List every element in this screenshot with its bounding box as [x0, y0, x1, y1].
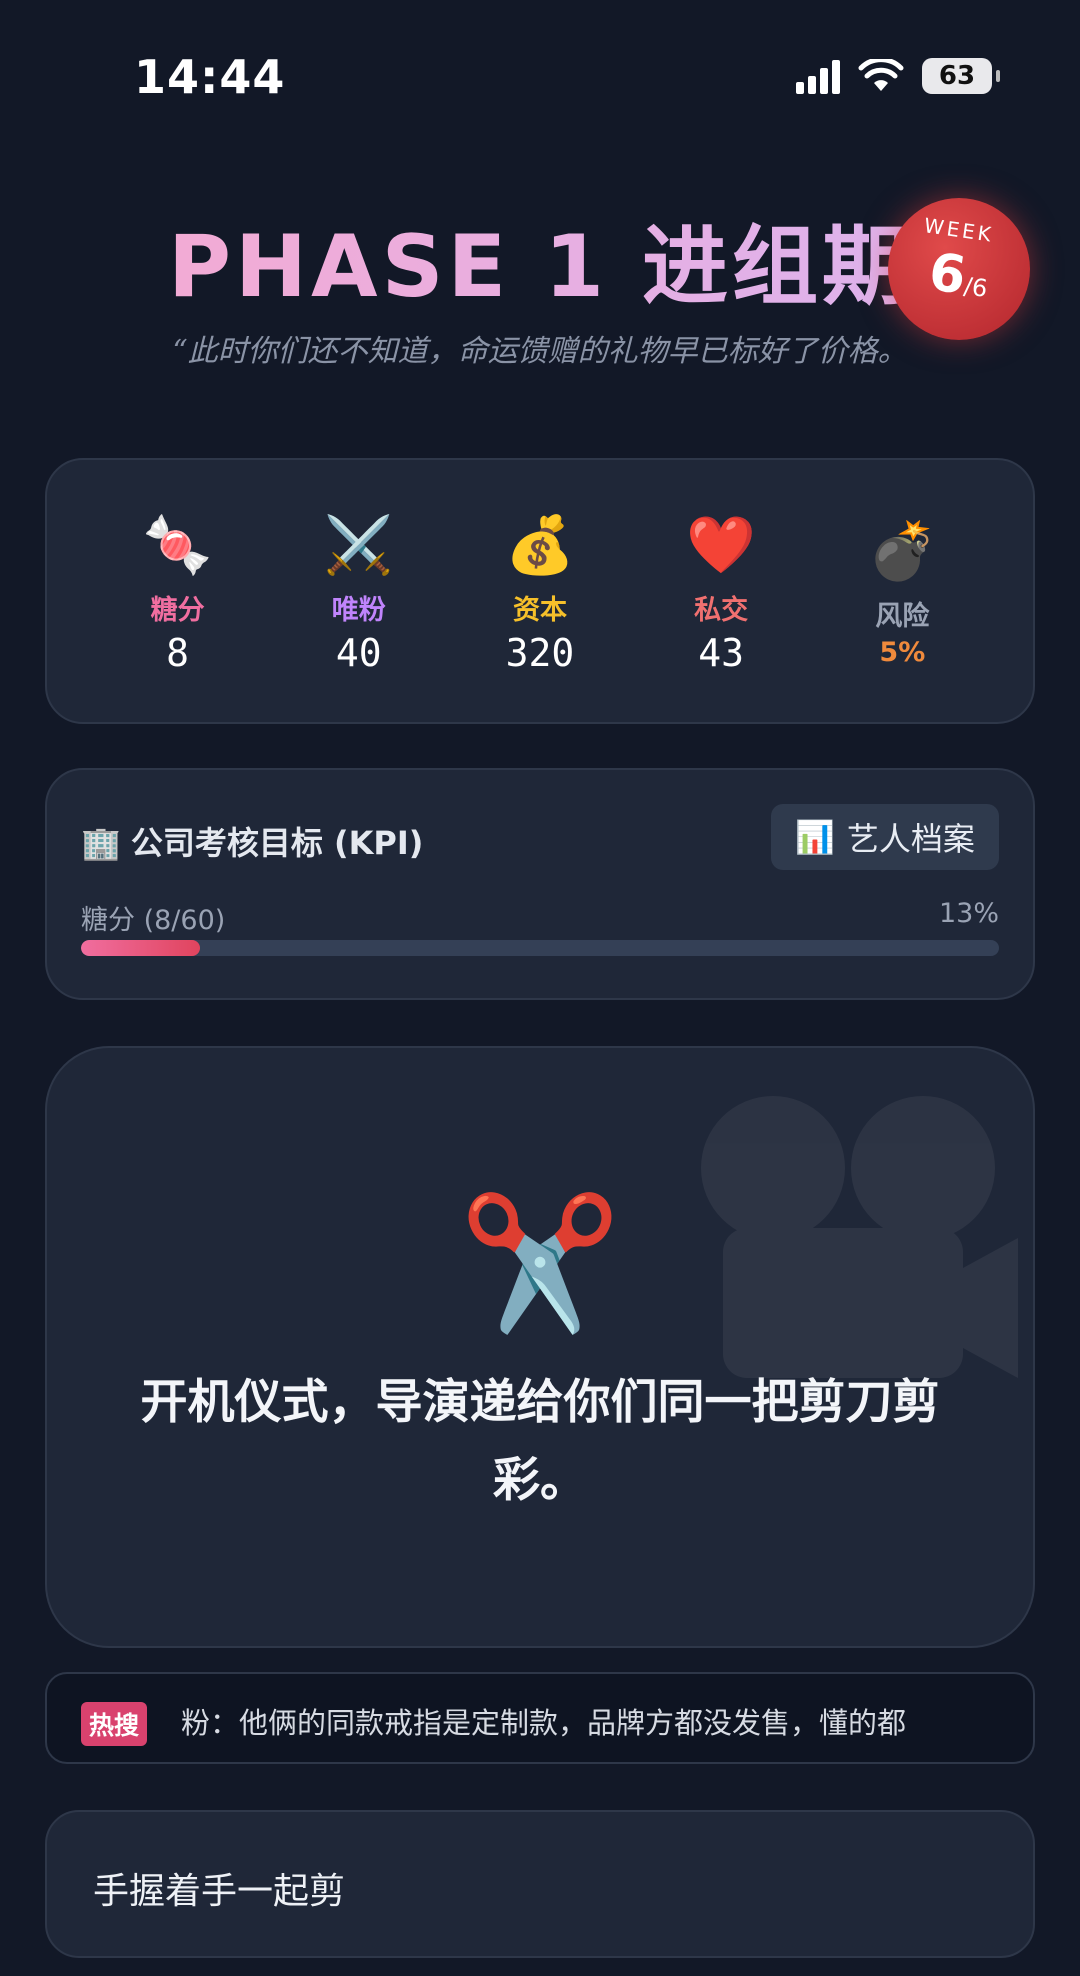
kpi-title-text: 公司考核目标 (KPI): [130, 824, 424, 862]
money-bag-icon: 💰: [505, 512, 575, 578]
status-time: 14:44: [134, 50, 286, 104]
stat-solo-fans: ⚔️ 唯粉 40: [284, 508, 434, 675]
stat-sugar: 🍬 糖分 8: [103, 508, 253, 675]
kpi-card: 🏢 公司考核目标 (KPI) 📊 艺人档案 糖分 (8/60) 13%: [45, 768, 1035, 1000]
heart-icon: ❤️: [686, 512, 757, 578]
kpi-progress-label: 糖分 (8/60): [81, 905, 226, 936]
stat-label: 唯粉: [331, 594, 386, 626]
office-building-icon: 🏢: [81, 824, 121, 862]
stat-value: 5%: [879, 637, 926, 668]
kpi-title: 🏢 公司考核目标 (KPI): [81, 818, 423, 864]
hot-search-ticker[interactable]: 热搜 粉：他俩的同款戒指是定制款，品牌方都没发售，懂的都: [45, 1672, 1035, 1764]
status-icons: 63: [796, 58, 1000, 94]
phase-quote: “此时你们还不知道，命运馈赠的礼物早已标好了价格。: [172, 334, 908, 369]
artist-profile-button[interactable]: 📊 艺人档案: [771, 804, 999, 870]
stat-risk: 💣 风险 5%: [827, 514, 977, 668]
bar-chart-icon: 📊: [795, 818, 835, 856]
hot-search-tag: 热搜: [81, 1702, 148, 1746]
stat-label: 风险: [875, 601, 930, 632]
week-badge: WEEK 6/6: [888, 198, 1030, 340]
stats-card: 🍬 糖分 8 ⚔️ 唯粉 40 💰 资本 320 ❤️ 私交 43 💣 风险 5…: [45, 458, 1035, 724]
stat-value: 43: [698, 630, 745, 675]
cellular-signal-icon: [796, 58, 840, 94]
stat-label: 私交: [694, 594, 749, 626]
crossed-swords-icon: ⚔️: [323, 512, 394, 578]
wifi-icon: [858, 59, 904, 91]
kpi-progress-fill: [81, 940, 201, 956]
stat-label: 糖分: [150, 594, 205, 626]
kpi-progress-percent: 13%: [938, 898, 999, 929]
artist-profile-label: 艺人档案: [846, 820, 975, 858]
event-description: 开机仪式，导演递给你们同一把剪刀剪彩。: [140, 1375, 940, 1508]
hot-search-text: 粉：他俩的同款戒指是定制款，品牌方都没发售，懂的都: [181, 1706, 907, 1740]
scissors-icon: ✂️: [459, 1187, 621, 1339]
choice-label: 手握着手一起剪: [93, 1871, 346, 1912]
stat-value: 8: [166, 630, 190, 675]
stat-capital: 💰 资本 320: [465, 508, 615, 675]
battery-icon: 63: [922, 58, 1000, 94]
stat-value: 320: [505, 630, 575, 675]
candy-icon: 🍬: [142, 512, 213, 578]
stat-label: 资本: [512, 594, 567, 626]
kpi-progress-bar: [81, 940, 999, 956]
choice-button[interactable]: 手握着手一起剪: [45, 1810, 1035, 1958]
stat-value: 40: [335, 630, 382, 675]
stat-private-relation: ❤️ 私交 43: [646, 508, 796, 675]
bomb-icon: 💣: [867, 519, 938, 584]
event-card: ✂️ 开机仪式，导演递给你们同一把剪刀剪彩。: [45, 1046, 1035, 1648]
